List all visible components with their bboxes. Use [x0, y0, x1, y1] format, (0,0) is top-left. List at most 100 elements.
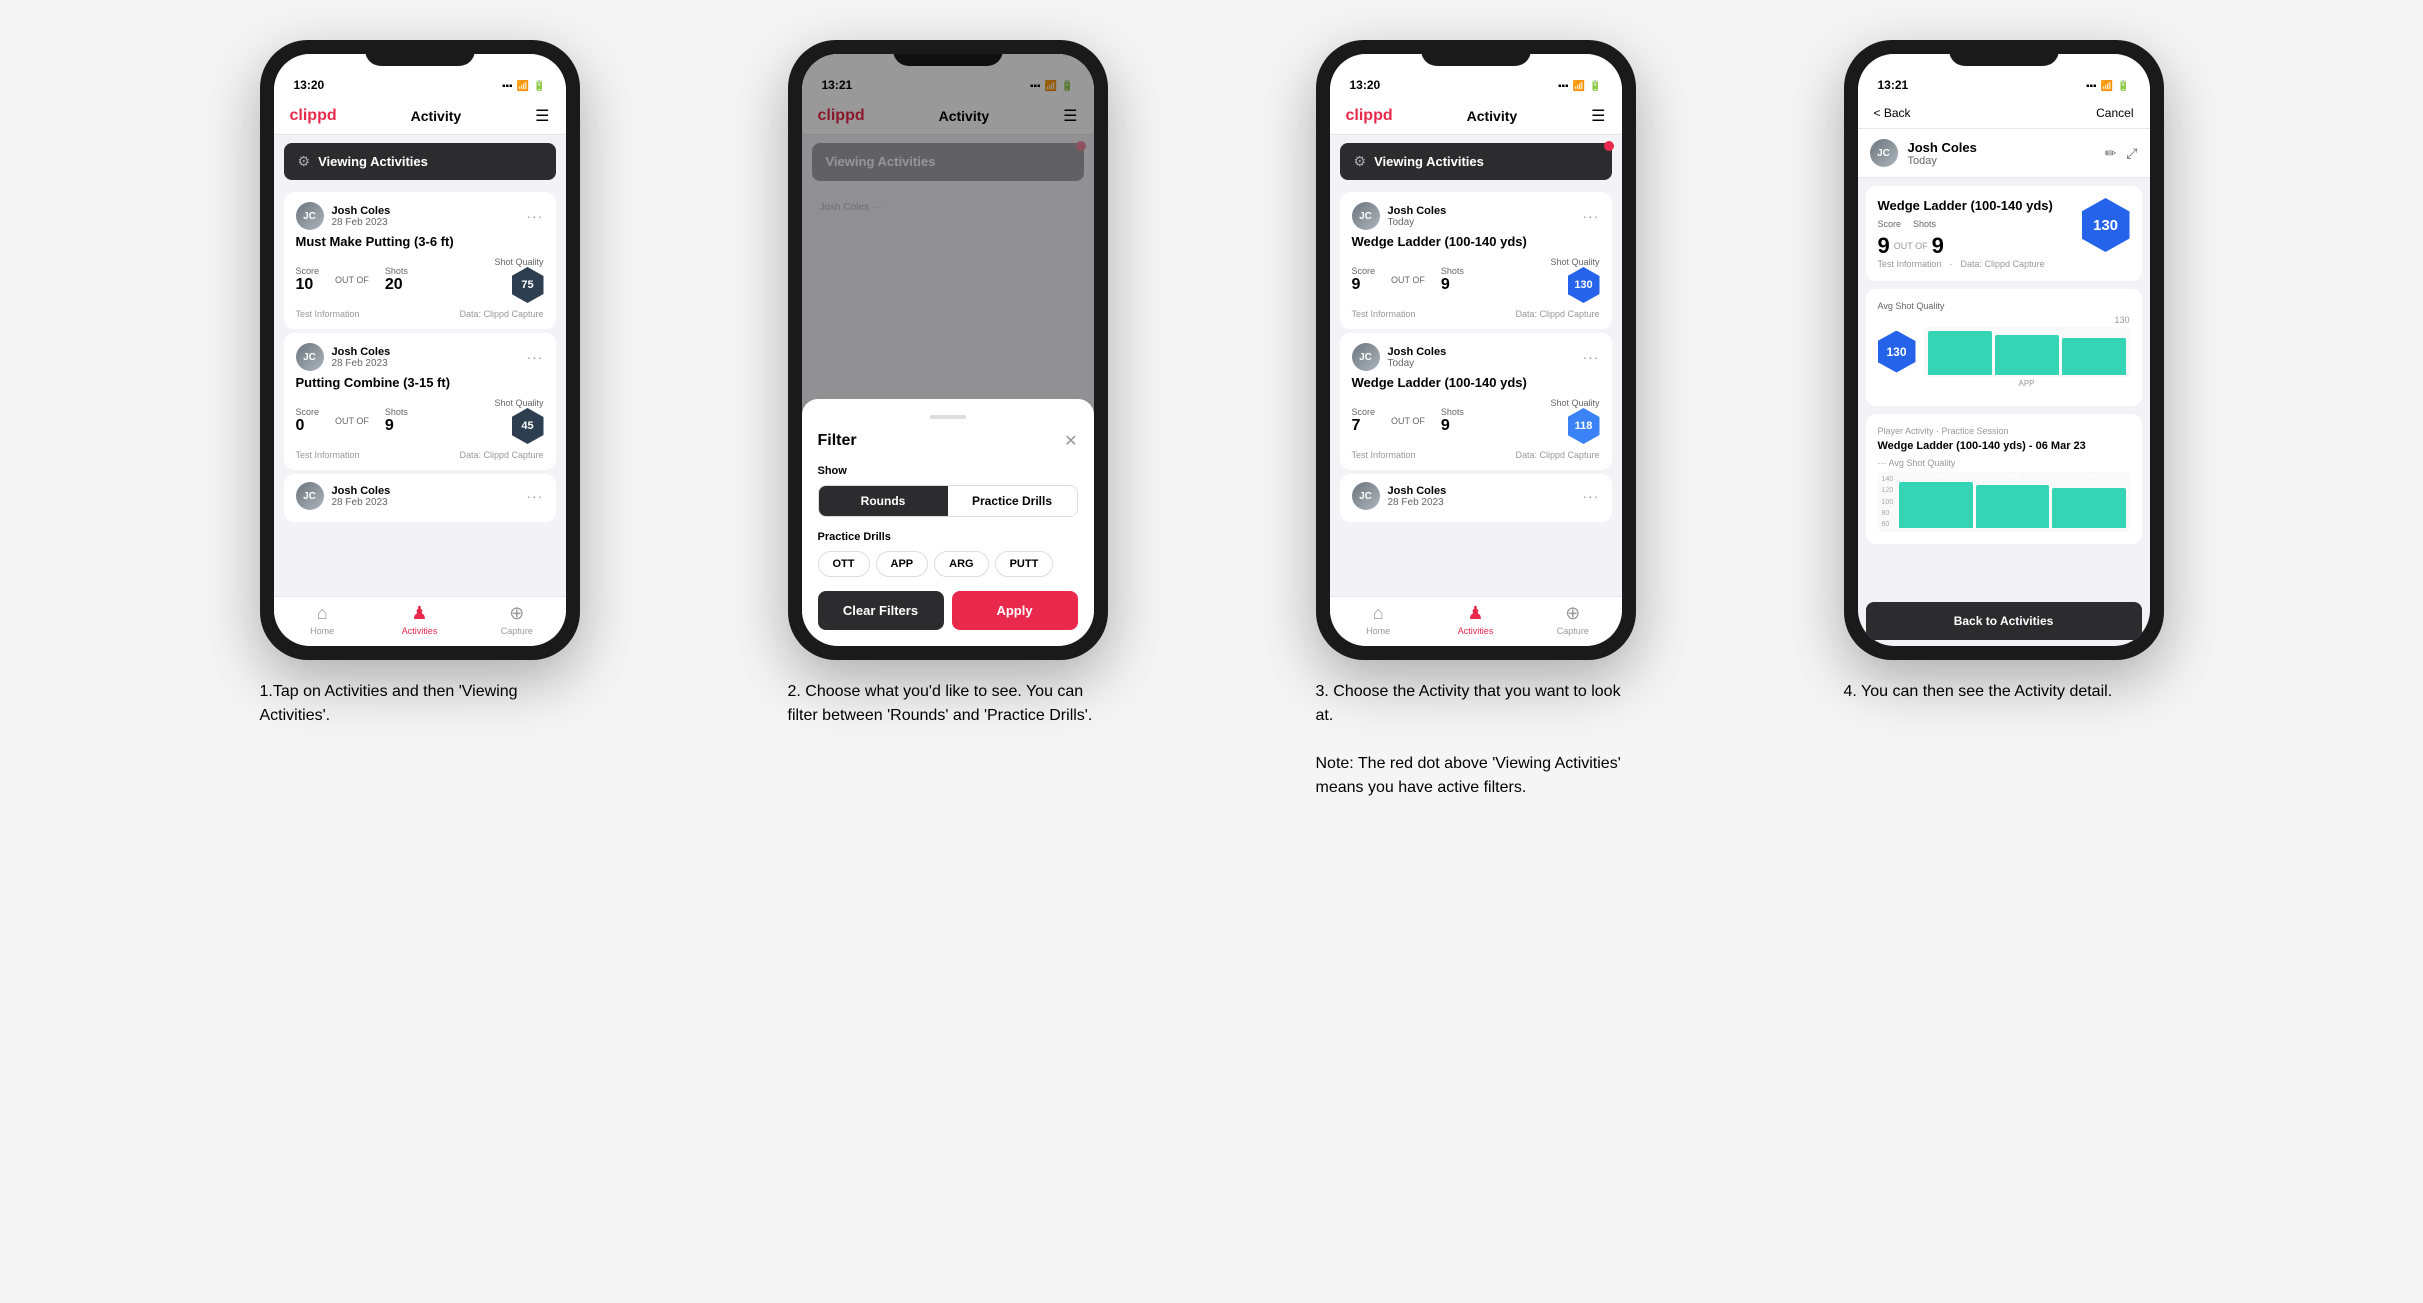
- avatar-1-3: JC: [296, 482, 324, 510]
- nav-home-1[interactable]: ⌂ Home: [274, 603, 371, 636]
- out-of-1-1: OUT OF: [335, 275, 369, 285]
- wifi-icon: 📶: [517, 81, 529, 92]
- filter-pill-ott-2[interactable]: OTT: [818, 551, 870, 577]
- chart-bar-1-4: [1928, 331, 1992, 375]
- more-icon-1-3[interactable]: ···: [527, 488, 544, 504]
- info-left-3-1: Test Information: [1352, 309, 1416, 319]
- battery-icon: 🔋: [533, 81, 545, 92]
- activity-name-3-1: Wedge Ladder (100-140 yds): [1352, 234, 1600, 249]
- chart-y-140: 140: [1882, 476, 1894, 483]
- avatar-4: JC: [1870, 139, 1898, 167]
- shots-value-3-1: 9: [1441, 276, 1450, 293]
- score-label-1-1: Score: [296, 266, 320, 276]
- chart-y-100: 100: [1882, 499, 1894, 506]
- capture-icon-3: ⊕: [1565, 603, 1580, 624]
- filter-pill-app-2[interactable]: APP: [876, 551, 929, 577]
- notch-4: [1949, 40, 2059, 66]
- filter-pill-arg-2[interactable]: ARG: [934, 551, 988, 577]
- nav-capture-label-3: Capture: [1557, 626, 1589, 636]
- stats-row-3-2: Score 7 OUT OF Shots 9 Shot Quality: [1352, 398, 1600, 444]
- quality-stat-3-1: Shot Quality 130: [1550, 257, 1599, 303]
- cancel-button-4[interactable]: Cancel: [2096, 106, 2133, 120]
- avatar-3-3: JC: [1352, 482, 1380, 510]
- app-title-3: Activity: [1467, 108, 1518, 124]
- shots-value-1-1: 20: [385, 276, 403, 293]
- detail-content-4: Wedge Ladder (100-140 yds) Score Shots 9…: [1858, 178, 2150, 596]
- home-icon-1: ⌂: [317, 603, 328, 624]
- activity-card-3-2[interactable]: JC Josh Coles Today ··· Wedge Ladder (10…: [1340, 333, 1612, 470]
- out-of-3-2: OUT OF: [1391, 416, 1425, 426]
- menu-icon-3[interactable]: ☰: [1591, 106, 1605, 126]
- card-header-1-1: JC Josh Coles 28 Feb 2023 ···: [296, 202, 544, 230]
- activity-card-1-3[interactable]: JC Josh Coles 28 Feb 2023 ···: [284, 474, 556, 522]
- caption-3-main: 3. Choose the Activity that you want to …: [1316, 683, 1621, 724]
- chart-bar-2-4: [1995, 335, 2059, 375]
- menu-icon-1[interactable]: ☰: [535, 106, 549, 126]
- info-left-1-1: Test Information: [296, 309, 360, 319]
- wifi-icon-4: 📶: [2101, 81, 2113, 92]
- chart-max-label-4: 130: [1924, 315, 2130, 325]
- back-button-4[interactable]: < Back: [1874, 106, 1911, 120]
- filter-pill-putt-2[interactable]: PUTT: [995, 551, 1054, 577]
- chart-x-label-4: APP: [1924, 379, 2130, 388]
- info-right-3-1: Data: Clippd Capture: [1515, 309, 1599, 319]
- back-to-activities-4[interactable]: Back to Activities: [1866, 602, 2142, 640]
- chart-bar-3-4: [2062, 338, 2126, 375]
- nav-home-label-1: Home: [310, 626, 334, 636]
- quality-badge-chart-4: 130: [1878, 331, 1916, 373]
- activity-card-3-1[interactable]: JC Josh Coles Today ··· Wedge Ladder (10…: [1340, 192, 1612, 329]
- more-icon-1-2[interactable]: ···: [527, 349, 544, 365]
- filter-tab-practice-2[interactable]: Practice Drills: [948, 486, 1077, 516]
- viewing-banner-3[interactable]: ⚙ Viewing Activities: [1340, 143, 1612, 180]
- score-stat-1-2: Score 0: [296, 407, 320, 435]
- filter-tab-rounds-2[interactable]: Rounds: [819, 486, 948, 516]
- avatar-1-1: JC: [296, 202, 324, 230]
- detail-user-row-4: JC Josh Coles Today ✏ ⤢: [1858, 129, 2150, 178]
- status-icons-4: ▪▪▪ 📶 🔋: [2086, 81, 2130, 92]
- more-icon-3-2[interactable]: ···: [1583, 349, 1600, 365]
- stats-row-3-1: Score 9 OUT OF Shots 9 Shot Quality: [1352, 257, 1600, 303]
- shots-value-3-2: 9: [1441, 417, 1450, 434]
- avatar-3-1: JC: [1352, 202, 1380, 230]
- more-icon-3-3[interactable]: ···: [1583, 488, 1600, 504]
- phone-2: 13:21 ▪▪▪ 📶 🔋 clippd Activity ☰ Viewing …: [788, 40, 1108, 660]
- clear-filters-button-2[interactable]: Clear Filters: [818, 591, 944, 630]
- edit-icon-4[interactable]: ✏: [2105, 145, 2117, 162]
- activity-card-1-2[interactable]: JC Josh Coles 28 Feb 2023 ··· Putting Co…: [284, 333, 556, 470]
- nav-capture-3[interactable]: ⊕ Capture: [1524, 603, 1621, 636]
- user-name-1-1: Josh Coles: [332, 205, 527, 217]
- nav-capture-1[interactable]: ⊕ Capture: [468, 603, 565, 636]
- apply-button-2[interactable]: Apply: [952, 591, 1078, 630]
- user-info-3-1: Josh Coles Today: [1388, 205, 1583, 228]
- card-footer-1-1: Test Information Data: Clippd Capture: [296, 309, 544, 319]
- user-info-1-1: Josh Coles 28 Feb 2023: [332, 205, 527, 228]
- phone-block-2: 13:21 ▪▪▪ 📶 🔋 clippd Activity ☰ Viewing …: [698, 40, 1198, 728]
- caption-1: 1.Tap on Activities and then 'Viewing Ac…: [260, 680, 580, 728]
- activity-card-1-1[interactable]: JC Josh Coles 28 Feb 2023 ··· Must Make …: [284, 192, 556, 329]
- more-icon-3-1[interactable]: ···: [1583, 208, 1600, 224]
- filter-close-icon-2[interactable]: ✕: [1064, 431, 1077, 451]
- card-footer-3-2: Test Information Data: Clippd Capture: [1352, 450, 1600, 460]
- notch-1: [365, 40, 475, 66]
- activity-card-3-3[interactable]: JC Josh Coles 28 Feb 2023 ···: [1340, 474, 1612, 522]
- data-label-4: Data: Clippd Capture: [1961, 259, 2045, 269]
- viewing-banner-1[interactable]: ⚙ Viewing Activities: [284, 143, 556, 180]
- phone-screen-4: 13:21 ▪▪▪ 📶 🔋 < Back Cancel JC Jo: [1858, 54, 2150, 646]
- shots-stat-3-1: Shots 9: [1441, 266, 1464, 294]
- score-value-3-1: 9: [1352, 276, 1361, 293]
- mini-bar-1-4: [1899, 482, 1972, 528]
- filter-show-label-2: Show: [818, 465, 1078, 477]
- nav-activities-1[interactable]: ♟ Activities: [371, 603, 468, 636]
- banner-text-1: Viewing Activities: [318, 154, 428, 169]
- user-info-1-2: Josh Coles 28 Feb 2023: [332, 346, 527, 369]
- status-time-4: 13:21: [1878, 78, 1909, 92]
- card-header-1-3: JC Josh Coles 28 Feb 2023 ···: [296, 482, 544, 510]
- expand-icon-4[interactable]: ⤢: [2126, 145, 2137, 162]
- score-value-3-2: 7: [1352, 417, 1361, 434]
- user-name-1-3: Josh Coles: [332, 485, 527, 497]
- nav-activities-3[interactable]: ♟ Activities: [1427, 603, 1524, 636]
- nav-home-3[interactable]: ⌂ Home: [1330, 603, 1427, 636]
- more-icon-1-1[interactable]: ···: [527, 208, 544, 224]
- bar-val-2-4: 129: [1977, 474, 2050, 480]
- phone-block-3: 13:20 ▪▪▪ 📶 🔋 clippd Activity ☰ ⚙ Vi: [1226, 40, 1726, 800]
